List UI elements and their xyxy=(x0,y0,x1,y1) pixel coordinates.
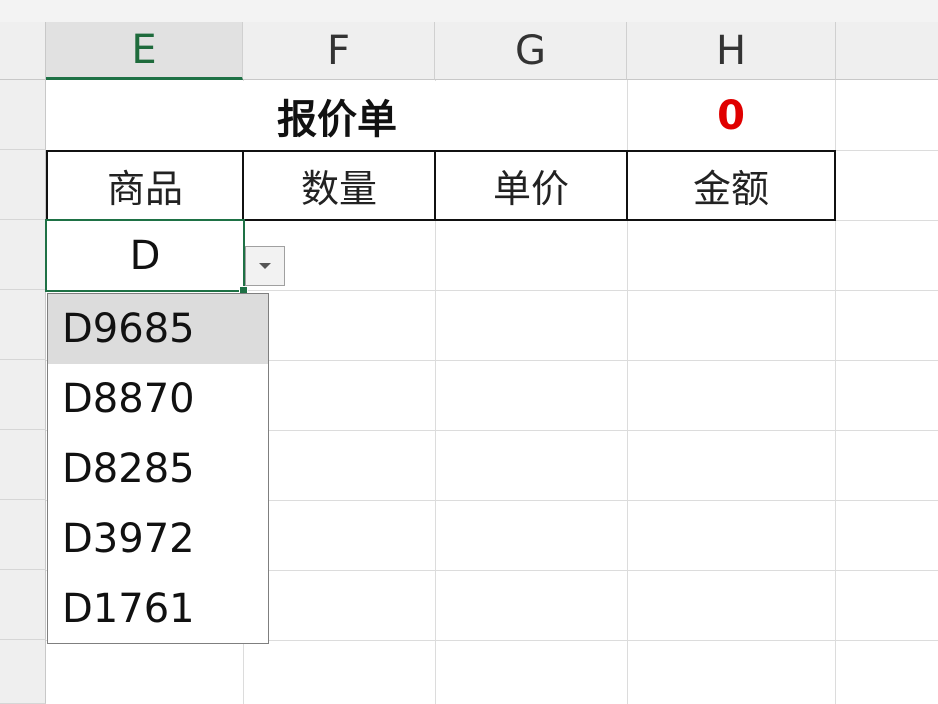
header-cell-amount[interactable]: 金额 xyxy=(628,152,834,219)
top-strip xyxy=(0,0,938,22)
column-header-f[interactable]: F xyxy=(243,22,435,80)
row-header[interactable] xyxy=(0,500,46,570)
dropdown-button[interactable] xyxy=(245,246,285,286)
row-header[interactable] xyxy=(0,360,46,430)
column-header-i[interactable] xyxy=(836,22,938,80)
row-header[interactable] xyxy=(0,290,46,360)
row-header[interactable] xyxy=(0,80,46,150)
column-letter: F xyxy=(326,27,350,74)
total-cell[interactable]: 0 xyxy=(628,81,834,150)
dropdown-option[interactable]: D8285 xyxy=(48,434,268,504)
row-header[interactable] xyxy=(0,640,46,704)
quote-title-cell[interactable]: 报价单 xyxy=(47,81,627,150)
active-cell[interactable]: D xyxy=(45,219,245,292)
header-cell-quantity[interactable]: 数量 xyxy=(244,152,436,219)
column-header-e[interactable]: E xyxy=(46,22,243,80)
dropdown-option[interactable]: D3972 xyxy=(48,504,268,574)
header-label: 数量 xyxy=(300,167,377,211)
header-label: 单价 xyxy=(492,167,569,211)
column-header-g[interactable]: G xyxy=(435,22,627,80)
dropdown-option[interactable]: D8870 xyxy=(48,364,268,434)
row-header[interactable] xyxy=(0,430,46,500)
select-all-corner[interactable] xyxy=(0,22,46,80)
row-header[interactable] xyxy=(0,150,46,220)
row-header[interactable] xyxy=(0,570,46,640)
header-cell-product[interactable]: 商品 xyxy=(48,152,244,219)
header-cell-unit-price[interactable]: 单价 xyxy=(436,152,628,219)
total-value: 0 xyxy=(717,92,745,139)
dropdown-option[interactable]: D9685 xyxy=(48,294,268,364)
quote-title: 报价单 xyxy=(277,96,397,143)
dropdown-list: D9685 D8870 D8285 D3972 D1761 xyxy=(47,293,269,644)
column-letter: E xyxy=(131,26,157,73)
row-header[interactable] xyxy=(0,220,46,290)
column-letter: G xyxy=(515,27,546,74)
header-label: 商品 xyxy=(106,167,183,211)
table-header-row: 商品 数量 单价 金额 xyxy=(46,150,836,221)
chevron-down-icon xyxy=(259,263,271,269)
column-header-h[interactable]: H xyxy=(627,22,836,80)
active-cell-value: D xyxy=(129,232,161,279)
header-label: 金额 xyxy=(692,167,769,211)
column-letter: H xyxy=(715,27,747,74)
dropdown-option[interactable]: D1761 xyxy=(48,574,268,643)
